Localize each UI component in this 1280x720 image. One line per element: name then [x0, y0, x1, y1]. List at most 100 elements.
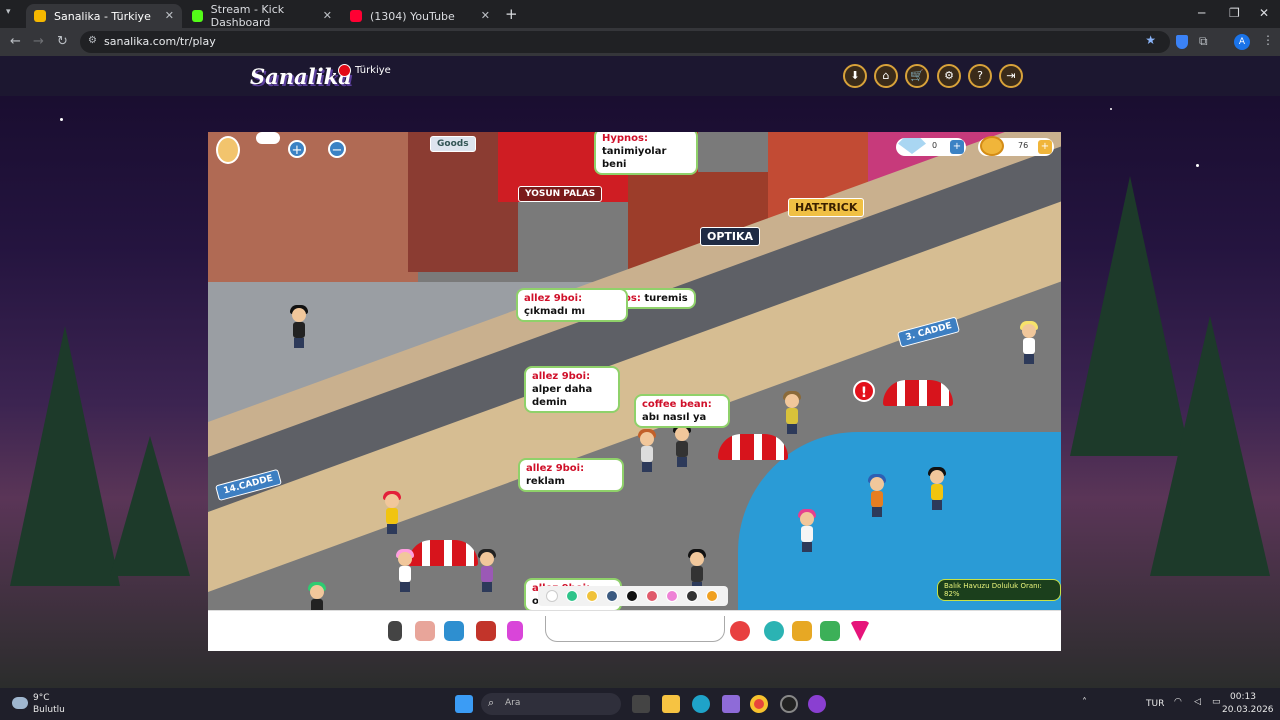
app-icon[interactable]: [808, 695, 826, 713]
tray-overflow-icon[interactable]: ˄: [1082, 697, 1087, 708]
pine-tree-decoration: [10, 326, 120, 586]
coin-icon: [980, 136, 1004, 156]
avatar-character[interactable]: [673, 424, 691, 467]
chrome-menu-icon[interactable]: ⋮: [1262, 33, 1274, 47]
color-swatch[interactable]: [546, 590, 558, 602]
url-field[interactable]: ⚙ sanalika.com/tr/play ★: [80, 31, 1170, 53]
color-swatch[interactable]: [606, 590, 618, 602]
player-avatar-icon[interactable]: [216, 136, 240, 164]
download-icon[interactable]: ⬇: [843, 64, 867, 88]
avatar-character[interactable]: [1020, 321, 1038, 364]
tab-youtube[interactable]: (1304) YouTube ✕: [342, 4, 498, 28]
bag-icon[interactable]: [476, 621, 496, 641]
close-window-icon[interactable]: ✕: [1259, 6, 1269, 20]
avatar-legs: [872, 507, 882, 517]
restore-icon[interactable]: ❐: [1229, 6, 1240, 20]
avatar-body: [481, 566, 493, 582]
new-tab-button[interactable]: +: [505, 5, 518, 23]
zoom-out-icon[interactable]: −: [328, 140, 346, 158]
clock-time[interactable]: 00:13: [1230, 692, 1256, 702]
color-swatch[interactable]: [566, 590, 578, 602]
star-decoration: [60, 118, 63, 121]
help-icon[interactable]: ?: [968, 64, 992, 88]
minimize-icon[interactable]: ─: [1198, 6, 1205, 20]
phone-icon[interactable]: [388, 621, 402, 641]
pine-tree-decoration: [110, 436, 190, 576]
trophy-icon[interactable]: [792, 621, 812, 641]
chat-bubble-icon[interactable]: [730, 621, 750, 641]
extension-shield-icon[interactable]: [1176, 35, 1188, 49]
color-swatch[interactable]: [586, 590, 598, 602]
avatar-character[interactable]: [478, 549, 496, 592]
avatar-character[interactable]: [928, 467, 946, 510]
cart-icon[interactable]: 🛒: [905, 64, 929, 88]
avatar-character[interactable]: [290, 305, 308, 348]
color-swatch[interactable]: [646, 590, 658, 602]
address-toolbar: ← → ↻ ⚙ sanalika.com/tr/play ★ ⧉ A ⋮: [0, 28, 1280, 56]
close-tab-icon[interactable]: ✕: [323, 9, 332, 22]
edge-icon[interactable]: [692, 695, 710, 713]
reload-icon[interactable]: ↻: [57, 34, 68, 49]
profile-avatar[interactable]: A: [1234, 34, 1250, 50]
avatar-head: [785, 394, 799, 408]
avatar-character[interactable]: [868, 474, 886, 517]
island-icon[interactable]: [820, 621, 840, 641]
copilot-icon[interactable]: [722, 695, 740, 713]
color-swatch[interactable]: [686, 590, 698, 602]
tray-lang[interactable]: TUR: [1146, 699, 1164, 709]
pet-icon[interactable]: [764, 621, 784, 641]
avatar-character[interactable]: [798, 509, 816, 552]
avatar-body: [399, 566, 411, 582]
coin-value: 76: [1018, 141, 1029, 150]
bookmark-star-icon[interactable]: ★: [1145, 33, 1156, 47]
menu-arrow-icon[interactable]: [850, 621, 870, 641]
diamond-value: 0: [932, 141, 938, 150]
task-view-icon[interactable]: [632, 695, 650, 713]
avatar-head: [800, 512, 814, 526]
chrome-icon[interactable]: [750, 695, 768, 713]
close-tab-icon[interactable]: ✕: [481, 9, 490, 22]
avatar-character[interactable]: [396, 549, 414, 592]
street-scene[interactable]: Goods YOSUN PALAS OPTIKA HAT-TRICK 14.CA…: [208, 132, 1061, 625]
avatar-legs: [642, 462, 652, 472]
site-info-icon[interactable]: ⚙: [88, 35, 97, 46]
color-swatch[interactable]: [666, 590, 678, 602]
zoom-in-icon[interactable]: +: [288, 140, 306, 158]
add-coin-button[interactable]: +: [1038, 140, 1052, 154]
hat-icon[interactable]: [444, 621, 464, 641]
file-explorer-icon[interactable]: [662, 695, 680, 713]
avatar-character[interactable]: [638, 429, 656, 472]
tab-kick[interactable]: Stream - Kick Dashboard ✕: [184, 3, 340, 29]
color-swatch[interactable]: [706, 590, 718, 602]
search-box[interactable]: ⌕ Ara: [481, 693, 621, 715]
chat-input[interactable]: [545, 616, 725, 642]
dance-icon[interactable]: [507, 621, 523, 641]
game-canvas[interactable]: Goods YOSUN PALAS OPTIKA HAT-TRICK 14.CA…: [208, 132, 1061, 651]
avatar-legs: [387, 524, 397, 534]
color-swatch[interactable]: [626, 590, 638, 602]
alert-icon[interactable]: !: [853, 380, 875, 402]
chat-message: reklam: [526, 476, 565, 487]
clock-date[interactable]: 20.03.2026: [1222, 705, 1274, 715]
avatar-character[interactable]: [383, 491, 401, 534]
tab-sanalika[interactable]: Sanalika - Türkiye ✕: [26, 4, 182, 28]
thought-cloud-icon[interactable]: [256, 132, 280, 144]
forward-icon[interactable]: →: [33, 34, 44, 49]
extensions-icon[interactable]: ⧉: [1199, 34, 1208, 49]
logout-icon[interactable]: ⇥: [999, 64, 1023, 88]
obs-icon[interactable]: [780, 695, 798, 713]
battery-icon[interactable]: ▭: [1212, 697, 1221, 707]
shoes-icon[interactable]: [415, 621, 435, 641]
close-tab-icon[interactable]: ✕: [165, 9, 174, 22]
weather-icon[interactable]: [12, 697, 28, 709]
volume-icon[interactable]: ◁: [1194, 697, 1201, 707]
add-diamond-button[interactable]: +: [950, 140, 964, 154]
gear-icon[interactable]: ⚙: [937, 64, 961, 88]
avatar-character[interactable]: [783, 391, 801, 434]
home-icon[interactable]: ⌂: [874, 64, 898, 88]
back-icon[interactable]: ←: [10, 34, 21, 49]
tab-list-button[interactable]: ▾: [6, 7, 20, 21]
start-icon[interactable]: [455, 695, 473, 713]
wifi-icon[interactable]: ◠: [1174, 697, 1182, 707]
sanalika-logo[interactable]: Sanalika: [250, 64, 352, 89]
